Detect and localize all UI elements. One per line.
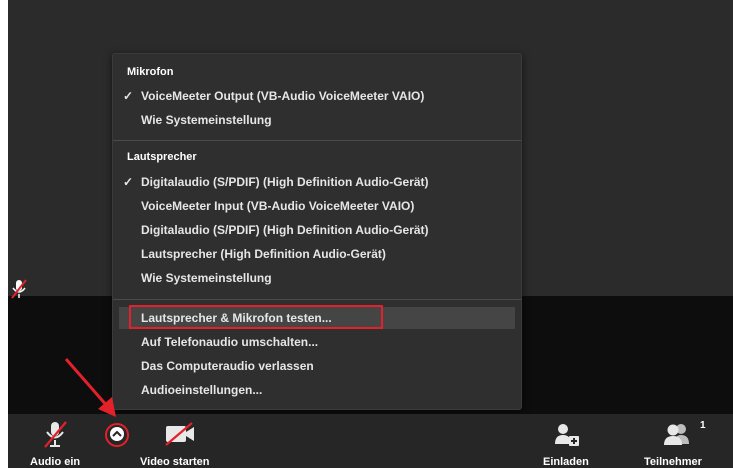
- speaker-option[interactable]: Lautsprecher (High Definition Audio-Gerä…: [119, 243, 515, 265]
- participants-count-badge: 1: [700, 420, 706, 431]
- invite-button-label: Einladen: [543, 456, 589, 468]
- menu-divider: [113, 299, 521, 300]
- menu-divider: [113, 140, 521, 141]
- audio-button-label: Audio ein: [30, 456, 81, 468]
- audio-options-button[interactable]: [110, 427, 124, 441]
- speaker-option-label: Digitalaudio (S/PDIF) (High Definition A…: [141, 175, 429, 189]
- muted-mic-icon: [11, 279, 27, 299]
- video-button[interactable]: Video starten: [138, 414, 228, 468]
- mic-option-label: VoiceMeeter Output (VB-Audio VoiceMeeter…: [141, 89, 425, 103]
- speaker-option-label: VoiceMeeter Input (VB-Audio VoiceMeeter …: [141, 199, 415, 213]
- switch-to-phone-audio-item[interactable]: Auf Telefonaudio umschalten...: [119, 331, 515, 353]
- participants-icon: [664, 424, 689, 445]
- mic-option[interactable]: Wie Systemeinstellung: [119, 109, 515, 131]
- action-label: Audioeinstellungen...: [141, 383, 263, 397]
- speaker-option[interactable]: Digitalaudio (S/PDIF) (High Definition A…: [119, 219, 515, 241]
- speaker-option[interactable]: Wie Systemeinstellung: [119, 267, 515, 289]
- check-icon: ✓: [123, 89, 134, 103]
- chevron-up-icon: [112, 430, 122, 437]
- mic-option[interactable]: ✓ VoiceMeeter Output (VB-Audio VoiceMeet…: [119, 85, 515, 107]
- speaker-option[interactable]: ✓ Digitalaudio (S/PDIF) (High Definition…: [119, 171, 515, 193]
- speaker-option[interactable]: VoiceMeeter Input (VB-Audio VoiceMeeter …: [119, 195, 515, 217]
- audio-menu: Mikrofon ✓ VoiceMeeter Output (VB-Audio …: [112, 53, 522, 410]
- action-label: Auf Telefonaudio umschalten...: [141, 335, 319, 349]
- audio-settings-item[interactable]: Audioeinstellungen...: [119, 379, 515, 401]
- speaker-option-label: Wie Systemeinstellung: [141, 271, 272, 285]
- video-off-icon: [165, 422, 194, 446]
- speaker-option-label: Digitalaudio (S/PDIF) (High Definition A…: [141, 223, 429, 237]
- speaker-option-label: Lautsprecher (High Definition Audio-Gerä…: [141, 247, 386, 261]
- add-user-icon: [555, 424, 579, 446]
- red-arrow-icon: [64, 358, 116, 417]
- invite-button[interactable]: Einladen: [536, 414, 596, 468]
- participants-button[interactable]: 1 Teilnehmer: [640, 414, 720, 468]
- lautsprecher-header: Lautsprecher: [127, 151, 197, 163]
- video-button-label: Video starten: [140, 456, 210, 468]
- mikrofon-header: Mikrofon: [127, 66, 174, 78]
- participants-button-label: Teilnehmer: [644, 456, 702, 468]
- mic-option-label: Wie Systemeinstellung: [141, 113, 272, 127]
- check-icon: ✓: [123, 175, 134, 189]
- highlight-box: [129, 305, 383, 329]
- action-label: Das Computeraudio verlassen: [141, 359, 314, 373]
- leave-computer-audio-item[interactable]: Das Computeraudio verlassen: [119, 355, 515, 377]
